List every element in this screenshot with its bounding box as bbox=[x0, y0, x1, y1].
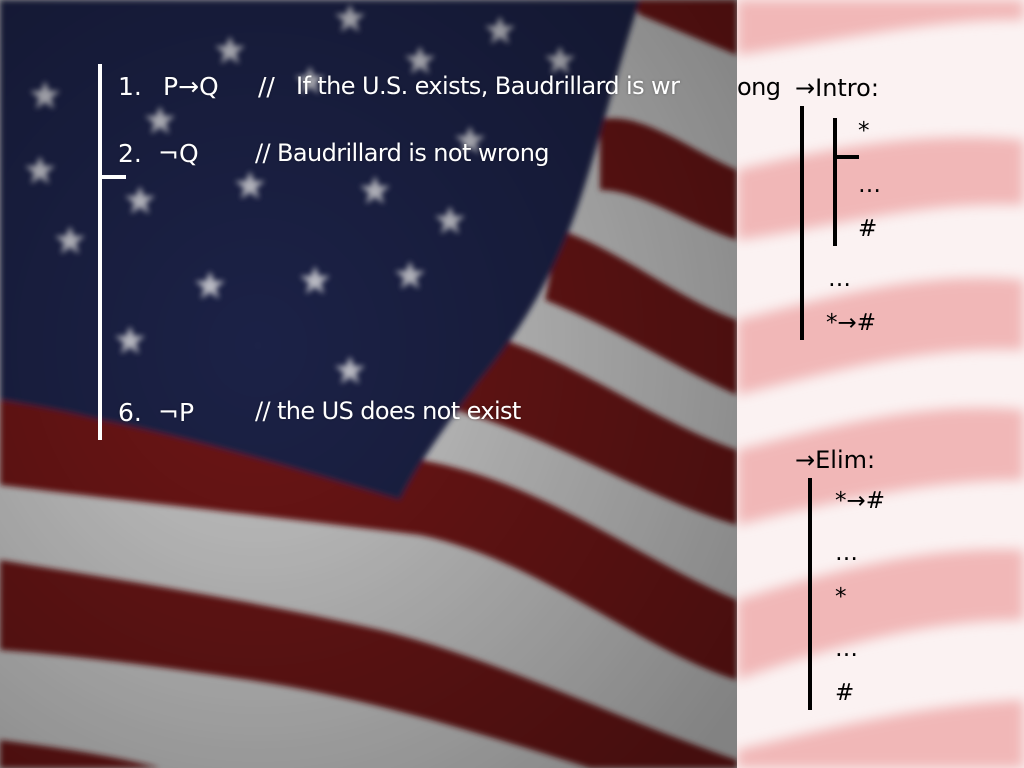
line1-comment-tail: ong bbox=[737, 73, 781, 101]
line6-number: 6. bbox=[118, 398, 142, 427]
intro-inner-ellipsis: … bbox=[858, 172, 881, 198]
us-flag-background bbox=[0, 0, 1024, 768]
line2-number: 2. bbox=[118, 139, 142, 168]
elim-antecedent: * bbox=[835, 584, 847, 610]
intro-assumption: * bbox=[858, 118, 870, 144]
intro-derived: # bbox=[858, 216, 878, 242]
line2-formula: ¬Q bbox=[158, 139, 199, 168]
elim-ellipsis-1: … bbox=[835, 540, 858, 566]
elim-conditional: *→# bbox=[835, 488, 886, 514]
line6-comment: // the US does not exist bbox=[255, 397, 521, 425]
slide: 1. P→Q // If the U.S. exists, Baudrillar… bbox=[0, 0, 1024, 768]
proof-assumption-tick bbox=[98, 175, 126, 179]
elim-scope-line bbox=[808, 478, 812, 710]
elim-result: # bbox=[835, 680, 855, 706]
intro-inner-scope-line bbox=[833, 118, 837, 246]
intro-outer-scope-line bbox=[800, 106, 804, 340]
line2-comment: // Baudrillard is not wrong bbox=[255, 139, 550, 167]
intro-outer-ellipsis: … bbox=[828, 266, 851, 292]
line1-comment: If the U.S. exists, Baudrillard is wr bbox=[296, 72, 680, 100]
elim-ellipsis-2: … bbox=[835, 636, 858, 662]
intro-assumption-tick bbox=[833, 155, 859, 159]
elim-rule-title: →Elim: bbox=[795, 446, 876, 474]
line1-number: 1. bbox=[118, 72, 142, 101]
proof-scope-line bbox=[98, 64, 102, 440]
line6-formula: ¬P bbox=[158, 398, 195, 427]
line1-comment-open: // bbox=[258, 72, 275, 101]
line1-formula: P→Q bbox=[163, 72, 219, 101]
intro-rule-title: →Intro: bbox=[795, 74, 879, 102]
intro-conclusion: *→# bbox=[826, 310, 877, 336]
